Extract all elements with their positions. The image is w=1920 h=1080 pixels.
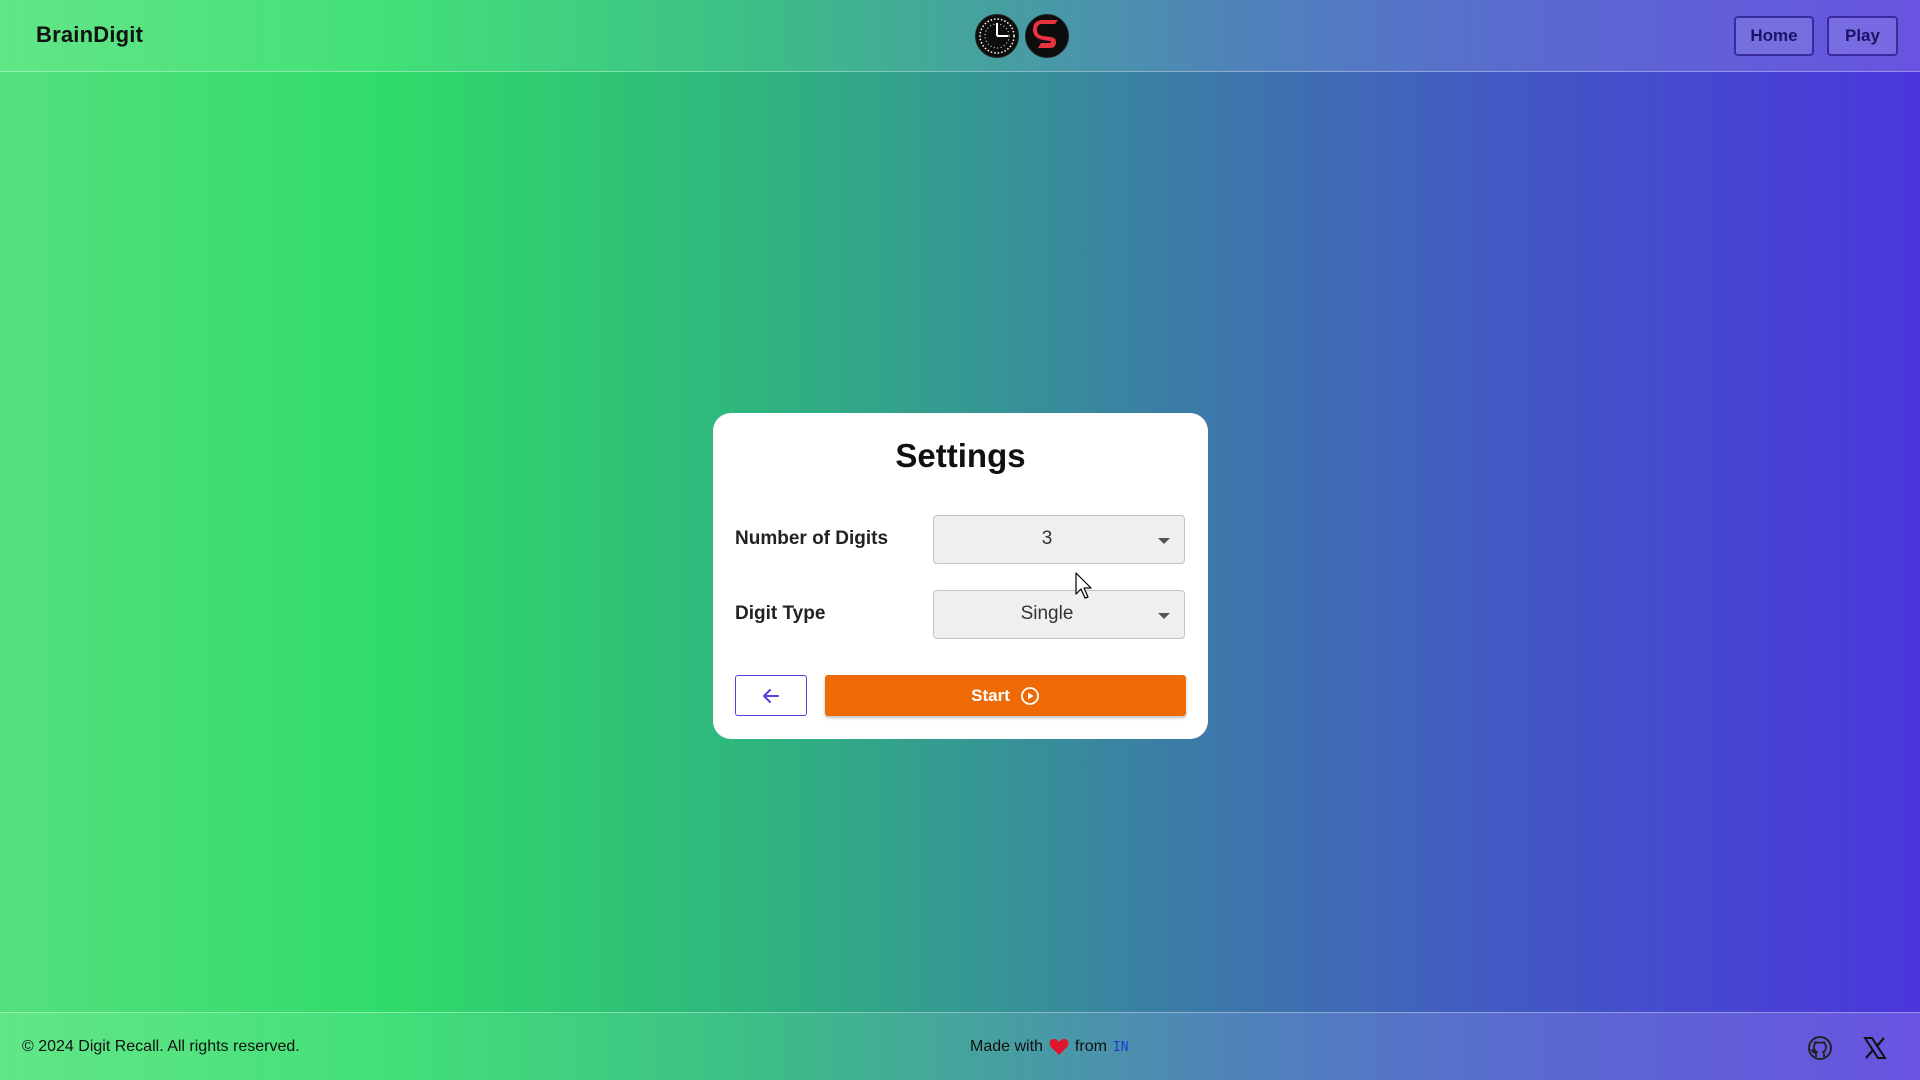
country-code: IN <box>1112 1039 1129 1055</box>
github-icon <box>1808 1036 1832 1060</box>
chevron-down-icon <box>1158 538 1170 544</box>
clock-logo-icon[interactable] <box>975 14 1019 58</box>
copyright-text: © 2024 Digit Recall. All rights reserved… <box>22 1038 300 1055</box>
start-button-label: Start <box>971 685 1010 705</box>
made-with-prefix: Made with <box>970 1038 1043 1055</box>
digit-type-label: Digit Type <box>735 603 826 624</box>
back-button[interactable] <box>735 675 807 716</box>
settings-card: Settings Number of Digits 3 Digit Type S… <box>713 413 1208 739</box>
github-link[interactable] <box>1807 1035 1833 1066</box>
partner-logos <box>975 14 1069 58</box>
play-circle-icon <box>1020 686 1039 705</box>
number-of-digits-value: 3 <box>1041 528 1053 549</box>
number-of-digits-select[interactable]: 3 <box>933 515 1185 564</box>
s-logo-icon[interactable] <box>1025 14 1069 58</box>
navbar: BrainDigit Home Play <box>0 0 1920 72</box>
settings-title: Settings <box>895 437 1026 474</box>
number-of-digits-label: Number of Digits <box>735 528 889 549</box>
arrow-left-icon <box>763 688 779 703</box>
chevron-down-icon <box>1158 613 1170 619</box>
x-icon <box>1863 1037 1887 1059</box>
x-link[interactable] <box>1862 1035 1888 1066</box>
start-button[interactable]: Start <box>825 675 1186 716</box>
digit-type-select[interactable]: Single <box>933 590 1185 639</box>
footer: © 2024 Digit Recall. All rights reserved… <box>0 1012 1920 1080</box>
made-with-credit: Made with from IN <box>970 1038 1129 1056</box>
digit-type-value: Single <box>1020 603 1074 624</box>
heart-icon <box>1049 1038 1069 1055</box>
nav-home-button[interactable]: Home <box>1734 16 1814 56</box>
brand-logo-text[interactable]: BrainDigit <box>36 22 143 48</box>
made-with-suffix: from <box>1074 1038 1107 1055</box>
nav-play-button[interactable]: Play <box>1827 16 1898 56</box>
